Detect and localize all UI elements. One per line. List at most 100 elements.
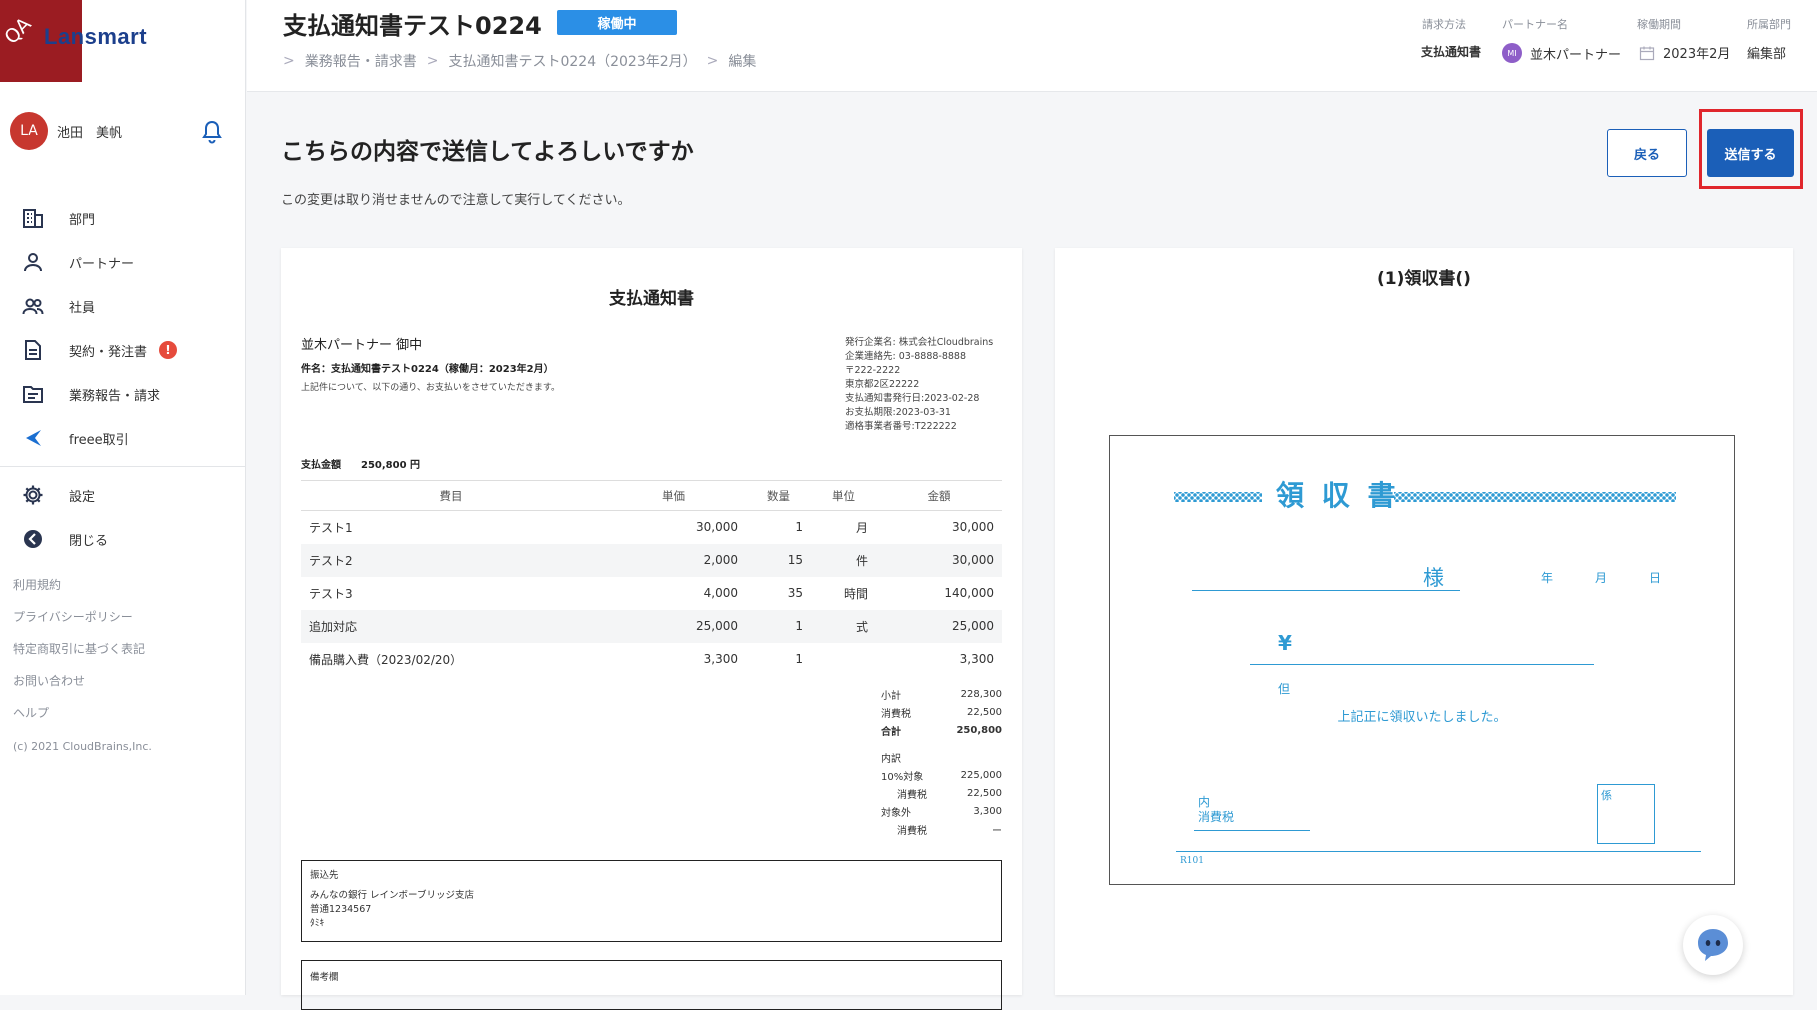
cell: 3,300 [959, 652, 994, 666]
table-row: 追加対応 25,000 1 式 25,000 [301, 609, 1002, 643]
app-logo[interactable]: Lansmart [44, 24, 147, 50]
sidebar-item-label: パートナー [69, 256, 135, 272]
cell: 140,000 [944, 586, 994, 600]
user-profile[interactable]: LA 池田 美帆 [10, 112, 122, 150]
summary-label: 合計 [881, 726, 901, 738]
sidebar-item-departments[interactable]: 部門 [0, 196, 246, 240]
cell: 月 [855, 520, 868, 535]
cell: 式 [811, 609, 876, 643]
recipient: 並木パートナー 御中 [301, 338, 423, 353]
period-text: 2023年2月 [1663, 47, 1731, 62]
sidebar-item-close[interactable]: 閉じる [0, 517, 246, 561]
summary-value: 228,300 [960, 688, 1002, 700]
receipt-panel-title: (1)領収書() [1377, 269, 1471, 289]
person-icon [24, 253, 42, 272]
breakdown-item-label: 対象外 [881, 807, 911, 819]
sidebar-item-label: 業務報告・請求 [69, 388, 161, 404]
bell-icon[interactable] [202, 120, 222, 144]
column-header: 金額 [876, 480, 1002, 511]
confirm-title: こちらの内容で送信してよろしいですか [281, 139, 694, 165]
chat-widget-button[interactable] [1683, 915, 1743, 975]
cell: 1 [795, 520, 803, 535]
link-privacy[interactable]: プライバシーポリシー [13, 607, 145, 639]
bank-line: みんなの銀行 レインボーブリッジ支店 [310, 890, 474, 901]
sidebar: QA Lansmart LA 池田 美帆 部門 パートナー 社員 契約・発注書 … [0, 0, 246, 995]
issuer-info: 発行企業名: 株式会社Cloudbrains 企業連絡先: 03-8888-88… [845, 336, 993, 434]
cell: 件 [811, 543, 876, 577]
back-button[interactable]: 戻る [1607, 129, 1687, 177]
folder-icon [23, 386, 43, 403]
gear-icon [23, 485, 43, 505]
people-icon [22, 298, 44, 315]
cell: 30,000 [696, 520, 738, 535]
cell: テスト1 [309, 520, 353, 535]
cell: 追加対応 [301, 609, 601, 643]
period-value: 2023年2月 [1639, 43, 1730, 62]
sidebar-nav-secondary: 設定 閉じる [0, 473, 246, 561]
sidebar-item-freee[interactable]: freee取引 [0, 416, 246, 460]
breadcrumb-item[interactable]: 支払通知書テスト0224（2023年2月） [448, 51, 696, 71]
cell: 2,000 [601, 543, 746, 577]
sidebar-item-settings[interactable]: 設定 [0, 473, 246, 517]
method-value: 支払通知書 [1421, 45, 1482, 59]
status-badge: 稼働中 [557, 10, 677, 35]
column-header: 単価 [601, 480, 746, 511]
method-label: 請求方法 [1422, 18, 1466, 31]
summary-value: 250,800 [956, 724, 1002, 736]
cell: 35 [787, 586, 803, 600]
breakdown-item-value: 3,300 [973, 805, 1002, 817]
sidebar-item-employees[interactable]: 社員 [0, 284, 246, 328]
qa-label: QA [0, 13, 36, 49]
summary-value: 22,500 [967, 706, 1002, 718]
link-help[interactable]: ヘルプ [13, 703, 145, 735]
cell: 3,300 [703, 652, 738, 666]
cell: 4,000 [703, 586, 738, 600]
receipt-code: R101 [1180, 856, 1204, 866]
subject: 件名：支払通知書テスト0224（稼働月：2023年2月） [301, 364, 554, 375]
sidebar-item-label: 契約・発注書 [69, 344, 148, 360]
sidebar-nav: 部門 パートナー 社員 契約・発注書 ! 業務報告・請求 freee取引 [0, 196, 246, 460]
issuer-line: お支払期限:2023-03-31 [845, 407, 951, 418]
building-icon [23, 209, 43, 228]
highlight-box [1699, 109, 1803, 189]
cell: 15 [746, 543, 811, 577]
period-label: 稼働期間 [1637, 18, 1681, 31]
cell: 1 [746, 609, 811, 643]
sidebar-item-partners[interactable]: パートナー [0, 240, 246, 284]
sidebar-item-label: 部門 [69, 212, 96, 228]
breadcrumb-item[interactable]: 業務報告・請求書 [305, 51, 417, 71]
summary-label: 小計 [881, 690, 901, 702]
calendar-icon [1639, 46, 1655, 60]
bank-line: 普通1234567 [310, 904, 372, 915]
table-row: テスト1 30,000 1 月 30,000 [301, 511, 1002, 544]
tax-line [1194, 830, 1310, 831]
avatar[interactable]: LA [10, 112, 48, 150]
cell: 30,000 [952, 520, 994, 535]
cell: 25,000 [876, 609, 1002, 643]
close-label: 閉じる [69, 533, 109, 549]
chevron-right-icon: > [426, 53, 439, 69]
column-header: 単位 [811, 480, 876, 511]
partner-avatar: MI [1502, 43, 1522, 63]
partner-label: パートナー名 [1502, 18, 1568, 31]
summary-label: 消費税 [881, 708, 911, 720]
document-title: 支払通知書 [609, 289, 694, 309]
partner-value: MI 並木パートナー [1502, 43, 1621, 63]
link-commerce[interactable]: 特定商取引に基づく表記 [13, 639, 145, 671]
issuer-line: 適格事業者番号:T222222 [845, 421, 957, 432]
sidebar-item-reports[interactable]: 業務報告・請求 [0, 372, 246, 416]
link-contact[interactable]: お問い合わせ [13, 671, 145, 703]
link-terms[interactable]: 利用規約 [13, 575, 145, 607]
sidebar-item-contracts[interactable]: 契約・発注書 ! [0, 328, 246, 372]
document-icon [25, 340, 41, 360]
amount-line [1250, 664, 1594, 665]
confirm-subtitle: この変更は取り消せませんので注意して実行してください。 [281, 193, 631, 208]
breakdown-item-label: 10%対象 [881, 771, 924, 783]
breadcrumb-item-current: 編集 [728, 54, 757, 70]
receipt-heading: 領 収 書 [1276, 479, 1400, 512]
bank-line: ﾀﾐｷ [310, 918, 325, 929]
table-row: テスト2 2,000 15 件 30,000 [301, 543, 1002, 577]
breakdown-item-value: 22,500 [967, 787, 1002, 799]
freee-icon [26, 430, 41, 446]
breakdown-item-value: 225,000 [960, 769, 1002, 781]
